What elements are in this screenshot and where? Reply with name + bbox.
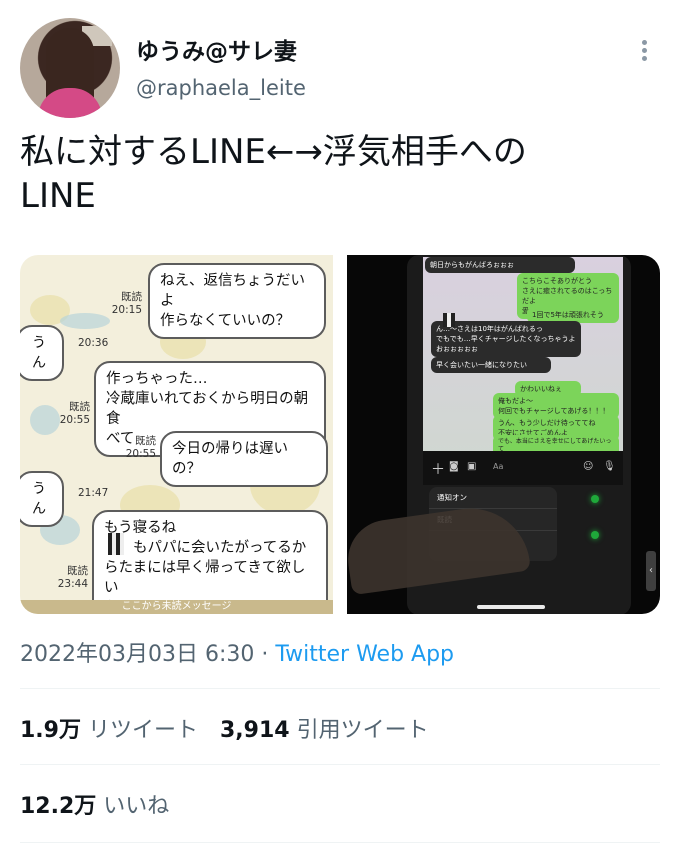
green-light [591,531,599,539]
phone-input-bar: ＋ ◙ ▣ Aa ☺ 🎙 [423,451,623,485]
chat-bubble-received: うん [20,325,64,381]
tweet-source-link[interactable]: Twitter Web App [275,642,454,667]
retweets-link[interactable]: 1.9万 リツイート [20,718,198,743]
chat-bubble-sent: 今日の帰りは遅いの？ [160,431,328,487]
phone-chat-received: 朝日からもがんばろぉぉぉ [425,257,575,273]
microphone-icon: 🎙 [603,461,616,472]
pixelated-avatar [443,313,455,327]
chat-meta: 21:47 [78,487,109,499]
green-light [591,495,599,503]
retweets-label: リツイート [87,718,198,743]
quotes-label: 引用ツイート [296,718,429,743]
tweet-datetime[interactable]: 2022年03月03日 6:30 · [20,642,275,667]
quotes-count: 3,914 [220,718,290,743]
user-handle[interactable]: @raphaela_leite [136,76,306,100]
display-name[interactable]: ゆうみ@サレ妻 [136,32,297,66]
chat-meta: 既読 20:15 [111,291,142,316]
plus-icon: ＋ [431,462,445,478]
likes-label: いいね [103,794,170,819]
phone-chat-received: 早く会いたい一緒になりたい [431,357,551,373]
emoji-icon: ☺ [583,461,594,472]
likes-link[interactable]: 12.2万 いいね [20,794,169,819]
tweet-timestamp-row: 2022年03月03日 6:30 · Twitter Web App [20,636,454,668]
media-image-left[interactable]: ねえ、返信ちょうだいよ 作らなくていいの？ 既読 20:15 うん 20:36 … [20,255,333,614]
pixelated-name [108,533,124,555]
camera-icon: ◙ [449,461,459,472]
tweet-header: ゆうみ@サレ妻 @raphaela_leite [20,18,660,118]
chat-bubble-received: うん [20,471,64,527]
more-options-icon[interactable] [636,38,652,64]
phone-input-placeholder: Aa [493,462,504,471]
chat-bubble-sent: もう寝るね もパパに会いたがってるか らたまには早く帰ってきて欲しい な [92,510,328,614]
chat-meta: 20:36 [78,337,109,349]
retweet-stats-row: 1.9万 リツイート 3,914 引用ツイート [20,712,429,744]
chat-meta: 既読 20:55 [59,401,90,426]
retweets-count: 1.9万 [20,718,81,743]
tweet-media: ねえ、返信ちょうだいよ 作らなくていいの？ 既読 20:15 うん 20:36 … [20,255,660,614]
image-icon: ▣ [467,461,477,472]
chat-meta: 既読 20:55 [125,435,156,460]
home-indicator [477,605,545,609]
likes-count: 12.2万 [20,794,97,819]
likes-stats-row: 12.2万 いいね [20,788,169,820]
chat-meta: 既読 23:44 [57,565,88,590]
media-image-right[interactable]: 朝日からもがんばろぉぉぉ こちらこそありがとう さえに癒されてるのはこっちだよ … [347,255,660,614]
chat-bubble-sent: ねえ、返信ちょうだいよ 作らなくていいの？ [148,263,326,339]
context-menu-item: 通知オン [429,487,557,509]
chevron-left-icon: ‹ [646,551,656,591]
divider [20,842,660,843]
unread-divider: ここから未読メッセージ [20,600,333,614]
avatar[interactable] [20,18,120,118]
tweet-text: 私に対するLINE←→浮気相手への LINE [20,132,527,216]
divider [20,688,660,689]
divider [20,764,660,765]
quotes-link[interactable]: 3,914 引用ツイート [220,718,429,743]
